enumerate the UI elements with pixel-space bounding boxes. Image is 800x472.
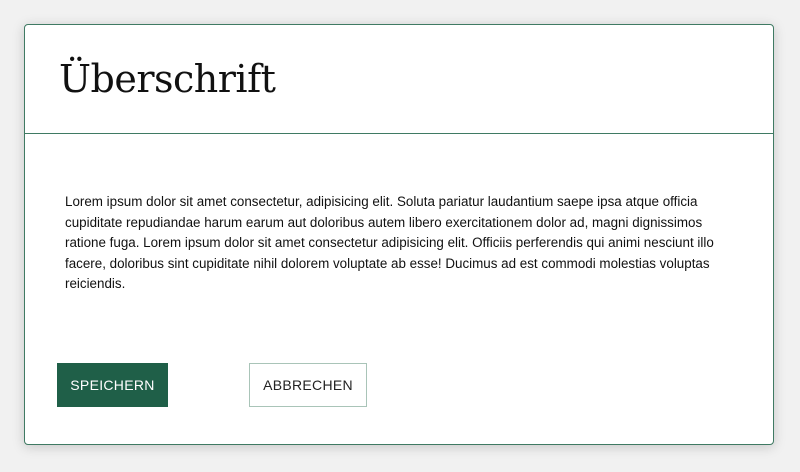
save-button[interactable]: SPEICHERN xyxy=(57,363,168,407)
dialog-body-text: Lorem ipsum dolor sit amet consectetur, … xyxy=(65,194,714,291)
dialog: Überschrift Lorem ipsum dolor sit amet c… xyxy=(24,24,774,445)
dialog-body: Lorem ipsum dolor sit amet consectetur, … xyxy=(25,134,773,301)
dialog-footer: SPEICHERN ABBRECHEN xyxy=(57,363,367,407)
dialog-header: Überschrift xyxy=(25,25,773,134)
cancel-button[interactable]: ABBRECHEN xyxy=(249,363,367,407)
dialog-title: Überschrift xyxy=(59,57,276,101)
